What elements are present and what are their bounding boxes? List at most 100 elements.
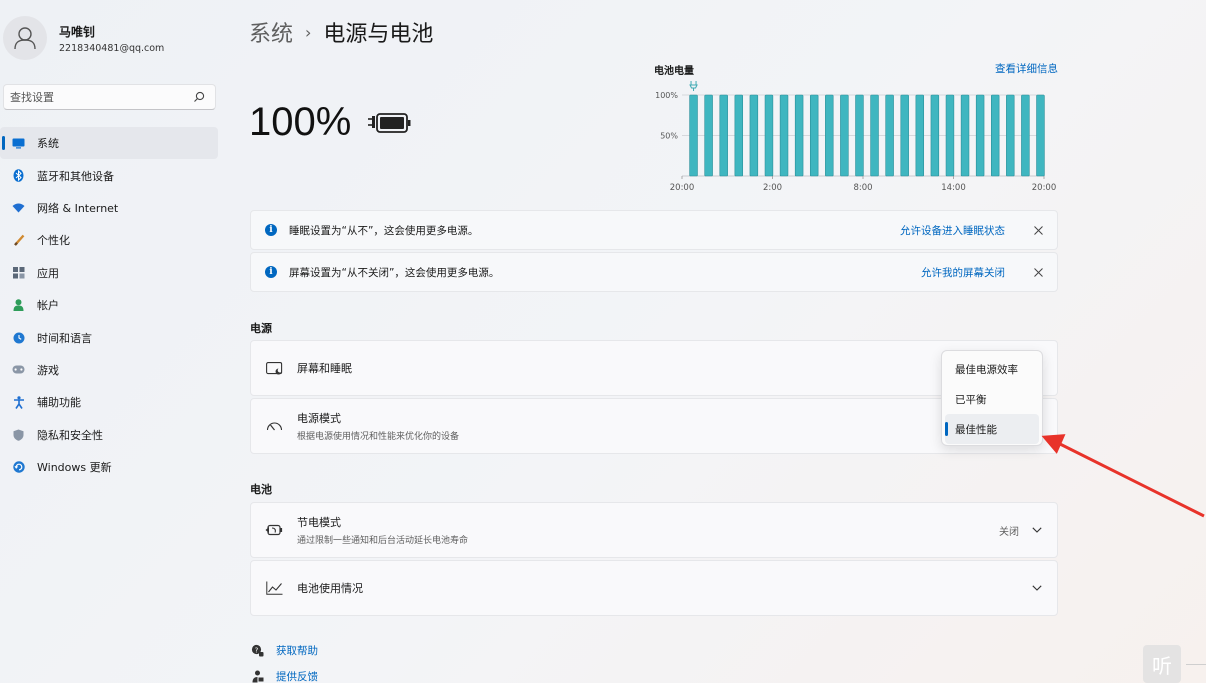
sidebar-item-accounts[interactable]: 帐户 — [0, 289, 218, 321]
chart-bar — [870, 94, 879, 177]
user-name: 马唯钊 — [59, 24, 96, 39]
sidebar-item-label: 时间和语言 — [37, 331, 92, 345]
chart-bar — [734, 94, 744, 177]
sidebar: 马唯钊 2218340481@qq.com 系统 蓝牙和其他设备 网 — [0, 0, 225, 683]
sidebar-item-label: 蓝牙和其他设备 — [37, 169, 114, 183]
person-icon — [12, 299, 25, 312]
chart-bar — [809, 94, 819, 177]
sidebar-item-system[interactable]: 系统 — [0, 127, 218, 160]
battery-saver-status: 关闭 — [999, 526, 1019, 538]
breadcrumb: 系统 › 电源与电池 — [249, 16, 433, 48]
chart-bar — [825, 94, 834, 177]
gamepad-icon — [12, 363, 25, 376]
divider — [1186, 664, 1206, 665]
line-chart-icon — [265, 579, 283, 597]
screen-sleep-icon — [265, 359, 283, 377]
power-mode-option-efficiency[interactable]: 最佳电源效率 — [945, 354, 1039, 384]
shield-icon — [12, 428, 25, 441]
sidebar-item-accessibility[interactable]: 辅助功能 — [0, 386, 218, 418]
chart-bar — [915, 94, 925, 177]
get-help-link[interactable]: ? 获取帮助 — [250, 643, 318, 658]
battery-percent: 100% — [249, 100, 352, 144]
chart-bar — [975, 94, 985, 177]
chart-bar — [945, 94, 955, 177]
give-feedback-label: 提供反馈 — [276, 671, 318, 683]
sleep-notice: i 睡眠设置为“从不”，这会使用更多电源。 允许设备进入睡眠状态 — [250, 210, 1058, 250]
search-icon[interactable] — [193, 91, 205, 103]
chart-bar — [885, 94, 894, 177]
chart-bar — [930, 94, 940, 177]
user-profile[interactable]: 马唯钊 2218340481@qq.com — [3, 16, 164, 60]
notice-text: 屏幕设置为“从不关闭”，这会使用更多电源。 — [289, 266, 500, 279]
chart-bar — [794, 94, 804, 177]
power-mode-option-performance[interactable]: 最佳性能 — [945, 414, 1039, 444]
y-tick-label: 100% — [655, 91, 678, 100]
chart-bar — [960, 94, 970, 177]
battery-status: 100% — [249, 100, 411, 145]
chart-bar — [1006, 94, 1015, 177]
card-title: 节电模式 — [297, 516, 341, 529]
power-mode-option-balanced[interactable]: 已平衡 — [945, 384, 1039, 414]
sidebar-item-label: 游戏 — [37, 363, 59, 377]
chart-plot: 100% 50% 20:00 2:00 8:00 14:00 20:00 — [655, 81, 1057, 193]
sidebar-item-apps[interactable]: 应用 — [0, 257, 218, 289]
battery-saver-card[interactable]: 节电模式 通过限制一些通知和后台活动延长电池寿命 关闭 — [250, 502, 1058, 558]
person-outline-icon — [14, 27, 36, 50]
close-icon[interactable] — [1031, 223, 1045, 237]
chart-bar — [840, 94, 849, 177]
listen-widget[interactable]: 听 — [1143, 645, 1181, 683]
chart-bar — [719, 94, 728, 177]
sidebar-item-gaming[interactable]: 游戏 — [0, 354, 218, 386]
globe-clock-icon — [12, 331, 25, 344]
power-mode-card[interactable]: 电源模式 根据电源使用情况和性能来优化你的设备 — [250, 398, 1058, 454]
chart-bar — [749, 94, 759, 177]
gauge-icon — [265, 417, 283, 435]
chevron-down-icon[interactable] — [1031, 582, 1043, 594]
get-help-label: 获取帮助 — [276, 645, 318, 657]
wifi-icon — [12, 201, 25, 214]
sidebar-item-label: 帐户 — [37, 299, 59, 313]
accessibility-icon — [12, 396, 25, 409]
give-feedback-link[interactable]: 提供反馈 — [250, 669, 318, 683]
sidebar-item-label: 网络 & Internet — [37, 201, 119, 215]
breadcrumb-separator: › — [305, 22, 312, 42]
chart-bar — [990, 94, 1000, 177]
breadcrumb-parent[interactable]: 系统 — [249, 16, 293, 48]
search-box[interactable] — [3, 84, 216, 110]
allow-sleep-link[interactable]: 允许设备进入睡眠状态 — [900, 223, 1005, 238]
chart-bar — [1036, 94, 1045, 177]
power-mode-dropdown[interactable]: 最佳电源效率 已平衡 最佳性能 — [941, 350, 1043, 446]
card-subtitle: 通过限制一些通知和后台活动延长电池寿命 — [297, 536, 469, 546]
sidebar-item-personalization[interactable]: 个性化 — [0, 224, 218, 256]
x-tick-label: 20:00 — [1032, 183, 1057, 193]
chart-bar — [689, 94, 698, 177]
sidebar-item-time-language[interactable]: 时间和语言 — [0, 321, 218, 353]
avatar[interactable] — [3, 16, 47, 60]
listen-glyph: 听 — [1152, 653, 1172, 678]
sidebar-item-label: 隐私和安全性 — [37, 428, 103, 442]
chevron-down-icon[interactable] — [1031, 524, 1043, 536]
brush-icon — [12, 234, 25, 247]
sidebar-nav: 系统 蓝牙和其他设备 网络 & Internet 个性化 应用 帐户 时间和语言… — [0, 127, 218, 483]
sidebar-item-bluetooth[interactable]: 蓝牙和其他设备 — [0, 159, 218, 191]
x-tick-label: 14:00 — [941, 183, 966, 193]
sidebar-item-network[interactable]: 网络 & Internet — [0, 192, 218, 224]
screen-sleep-card[interactable]: 屏幕和睡眠 — [250, 340, 1058, 396]
battery-charging-icon — [368, 112, 411, 133]
page-title: 电源与电池 — [323, 22, 434, 47]
svg-text:?: ? — [254, 646, 258, 654]
sidebar-item-label: 应用 — [37, 266, 59, 280]
sidebar-item-label: 个性化 — [37, 234, 70, 248]
sidebar-item-privacy[interactable]: 隐私和安全性 — [0, 419, 218, 451]
sidebar-item-label: 系统 — [37, 137, 59, 151]
apps-icon — [12, 266, 25, 279]
feedback-icon — [250, 670, 264, 683]
sidebar-item-windows-update[interactable]: Windows 更新 — [0, 451, 218, 483]
search-input[interactable] — [10, 90, 215, 104]
close-icon[interactable] — [1031, 265, 1045, 279]
allow-screen-off-link[interactable]: 允许我的屏幕关闭 — [921, 265, 1005, 280]
x-tick-label: 20:00 — [670, 183, 695, 193]
chart-bar — [779, 94, 789, 177]
update-icon — [12, 461, 25, 474]
battery-usage-card[interactable]: 电池使用情况 — [250, 560, 1058, 616]
